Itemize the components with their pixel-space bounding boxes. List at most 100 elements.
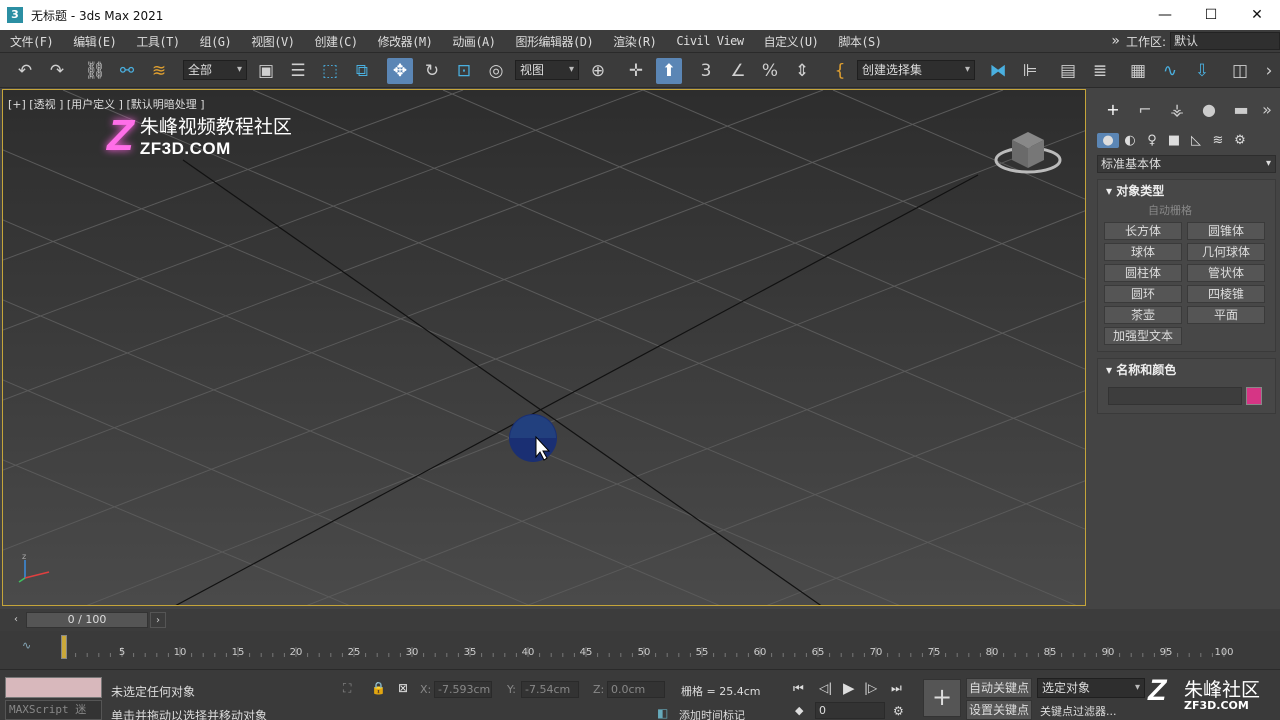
shapes-icon[interactable]: ◐ [1119,133,1141,148]
time-tag-icon[interactable]: ◧ [657,706,668,720]
pivot-center-icon[interactable]: ⊕ [585,58,611,84]
snaps-toggle-icon[interactable]: 3 [693,58,719,84]
box-button[interactable]: 长方体 [1104,222,1182,240]
menu-create[interactable]: 创建(C) [304,33,367,50]
toolbar-more-icon[interactable]: › [1259,58,1279,84]
redo-icon[interactable]: ↷ [44,58,70,84]
next-key-icon[interactable]: |▷ [864,681,877,695]
select-and-move-icon[interactable]: ✥ [387,58,413,84]
select-and-rotate-icon[interactable]: ↻ [419,58,445,84]
auto-key-button[interactable]: 自动关键点 [966,678,1032,698]
layer-explorer-icon[interactable]: ≣ [1087,58,1113,84]
select-and-place-icon[interactable]: ◎ [483,58,509,84]
x-coordinate-field[interactable]: -7.593cm [434,681,492,698]
select-manipulate-icon[interactable]: ✛ [623,58,649,84]
time-slider[interactable]: 0 / 100 [26,612,148,628]
key-filters-button[interactable]: 关键点过滤器... [1040,703,1117,719]
space-warps-icon[interactable]: ≋ [1207,133,1229,148]
workspace-select[interactable]: 默认 [1170,32,1280,50]
track-bar[interactable]: ∿ 05101520253035404550556065707580859095… [0,631,1280,669]
set-key-button[interactable]: 设置关键点 [966,700,1032,720]
menu-animation[interactable]: 动画(A) [442,33,505,50]
schematic-view-icon[interactable]: ⇩ [1189,58,1215,84]
maximize-button[interactable]: ☐ [1188,0,1234,30]
set-key-big-icon[interactable]: + [923,679,961,717]
menu-tools[interactable]: 工具(T) [126,33,189,50]
object-type-title[interactable]: 对象类型 [1116,184,1164,198]
systems-icon[interactable]: ⚙ [1229,133,1251,148]
percent-snap-icon[interactable]: % [757,58,783,84]
minimize-button[interactable]: — [1142,0,1188,30]
textplus-button[interactable]: 加强型文本 [1104,327,1182,345]
scene-explorer-icon[interactable]: ▤ [1055,58,1081,84]
named-selection-select[interactable]: 创建选择集 [857,60,975,80]
viewcube-icon[interactable] [993,120,1069,186]
object-color-swatch[interactable] [1246,387,1262,405]
time-config-icon[interactable]: ⚙ [893,704,904,718]
link-icon[interactable]: ⛓ [82,58,108,84]
object-name-field[interactable] [1108,387,1242,405]
spinner-snap-icon[interactable]: ⇕ [789,58,815,84]
y-coordinate-field[interactable]: -7.54cm [521,681,579,698]
menu-overflow-icon[interactable]: » [1111,33,1120,49]
tube-button[interactable]: 管状体 [1187,264,1265,282]
hierarchy-tab-icon[interactable]: ⚶ [1161,100,1193,119]
cone-button[interactable]: 圆锥体 [1187,222,1265,240]
torus-button[interactable]: 圆环 [1104,285,1182,303]
material-editor-icon[interactable]: ◫ [1227,58,1253,84]
prev-frame-arrow-icon[interactable]: ‹ [8,612,24,628]
motion-tab-icon[interactable]: ● [1193,100,1225,119]
menu-modifiers[interactable]: 修改器(M) [368,33,443,50]
helpers-icon[interactable]: ◺ [1185,133,1207,148]
menu-customize[interactable]: 自定义(U) [754,33,829,50]
maxscript-listener[interactable] [5,677,102,698]
bind-space-warp-icon[interactable]: ≋ [146,58,172,84]
name-color-title[interactable]: 名称和颜色 [1116,363,1176,377]
next-frame-arrow-icon[interactable]: › [150,612,166,628]
angle-snap-icon[interactable]: ∠ [725,58,751,84]
plane-button[interactable]: 平面 [1187,306,1265,324]
play-icon[interactable]: ▶ [843,679,855,697]
goto-start-icon[interactable]: ⏮ [793,681,804,696]
cameras-icon[interactable]: ■ [1163,133,1185,148]
select-by-name-icon[interactable]: ☰ [285,58,311,84]
current-frame-marker[interactable] [61,635,67,659]
menu-rendering[interactable]: 渲染(R) [603,33,666,50]
goto-end-icon[interactable]: ⏭ [891,681,902,696]
menu-group[interactable]: 组(G) [190,33,242,50]
create-tab-icon[interactable]: + [1097,100,1129,119]
pyramid-button[interactable]: 四棱锥 [1187,285,1265,303]
perspective-viewport[interactable]: [+] [透视 ] [用户定义 ] [默认明暗处理 ] Z 朱峰视频教程社区 Z… [2,89,1086,606]
cylinder-button[interactable]: 圆柱体 [1104,264,1182,282]
lights-icon[interactable]: ♀ [1141,133,1163,148]
add-time-tag[interactable]: 添加时间标记 [679,707,745,720]
key-mode-toggle-icon[interactable]: ◆ [795,704,803,717]
absolute-mode-icon[interactable]: ⊠ [398,681,408,695]
menu-scripting[interactable]: 脚本(S) [828,33,891,50]
category-select[interactable]: 标准基本体 [1097,155,1276,173]
window-crossing-icon[interactable]: ⧉ [349,58,375,84]
geometry-icon[interactable]: ● [1097,132,1119,148]
toggle-ribbon-icon[interactable]: ▦ [1125,58,1151,84]
collapse-arrow-icon[interactable]: ▾ [1106,184,1116,198]
curve-editor-icon[interactable]: ∿ [1157,58,1183,84]
keyboard-shortcut-override-icon[interactable]: ⬆ [656,58,682,84]
select-object-icon[interactable]: ▣ [253,58,279,84]
collapse-arrow-icon[interactable]: ▾ [1106,363,1116,377]
menu-civil-view[interactable]: Civil View [666,34,753,48]
display-tab-icon[interactable]: ▬ [1225,100,1257,119]
sphere-button[interactable]: 球体 [1104,243,1182,261]
rect-selection-icon[interactable]: ⬚ [317,58,343,84]
geosphere-button[interactable]: 几何球体 [1187,243,1265,261]
menu-edit[interactable]: 编辑(E) [63,33,126,50]
isolate-icon[interactable]: ⛶ [343,681,351,696]
mirror-icon[interactable]: ⧓ [985,58,1011,84]
select-and-scale-icon[interactable]: ⊡ [451,58,477,84]
viewport-label[interactable]: [+] [透视 ] [用户定义 ] [默认明暗处理 ] [8,96,205,112]
align-icon[interactable]: ⊫ [1017,58,1043,84]
maxscript-mini[interactable]: MAXScript 迷 [5,700,102,720]
menu-views[interactable]: 视图(V) [241,33,304,50]
z-coordinate-field[interactable]: 0.0cm [607,681,665,698]
prev-key-icon[interactable]: ◁| [819,681,832,695]
menu-file[interactable]: 文件(F) [0,33,63,50]
